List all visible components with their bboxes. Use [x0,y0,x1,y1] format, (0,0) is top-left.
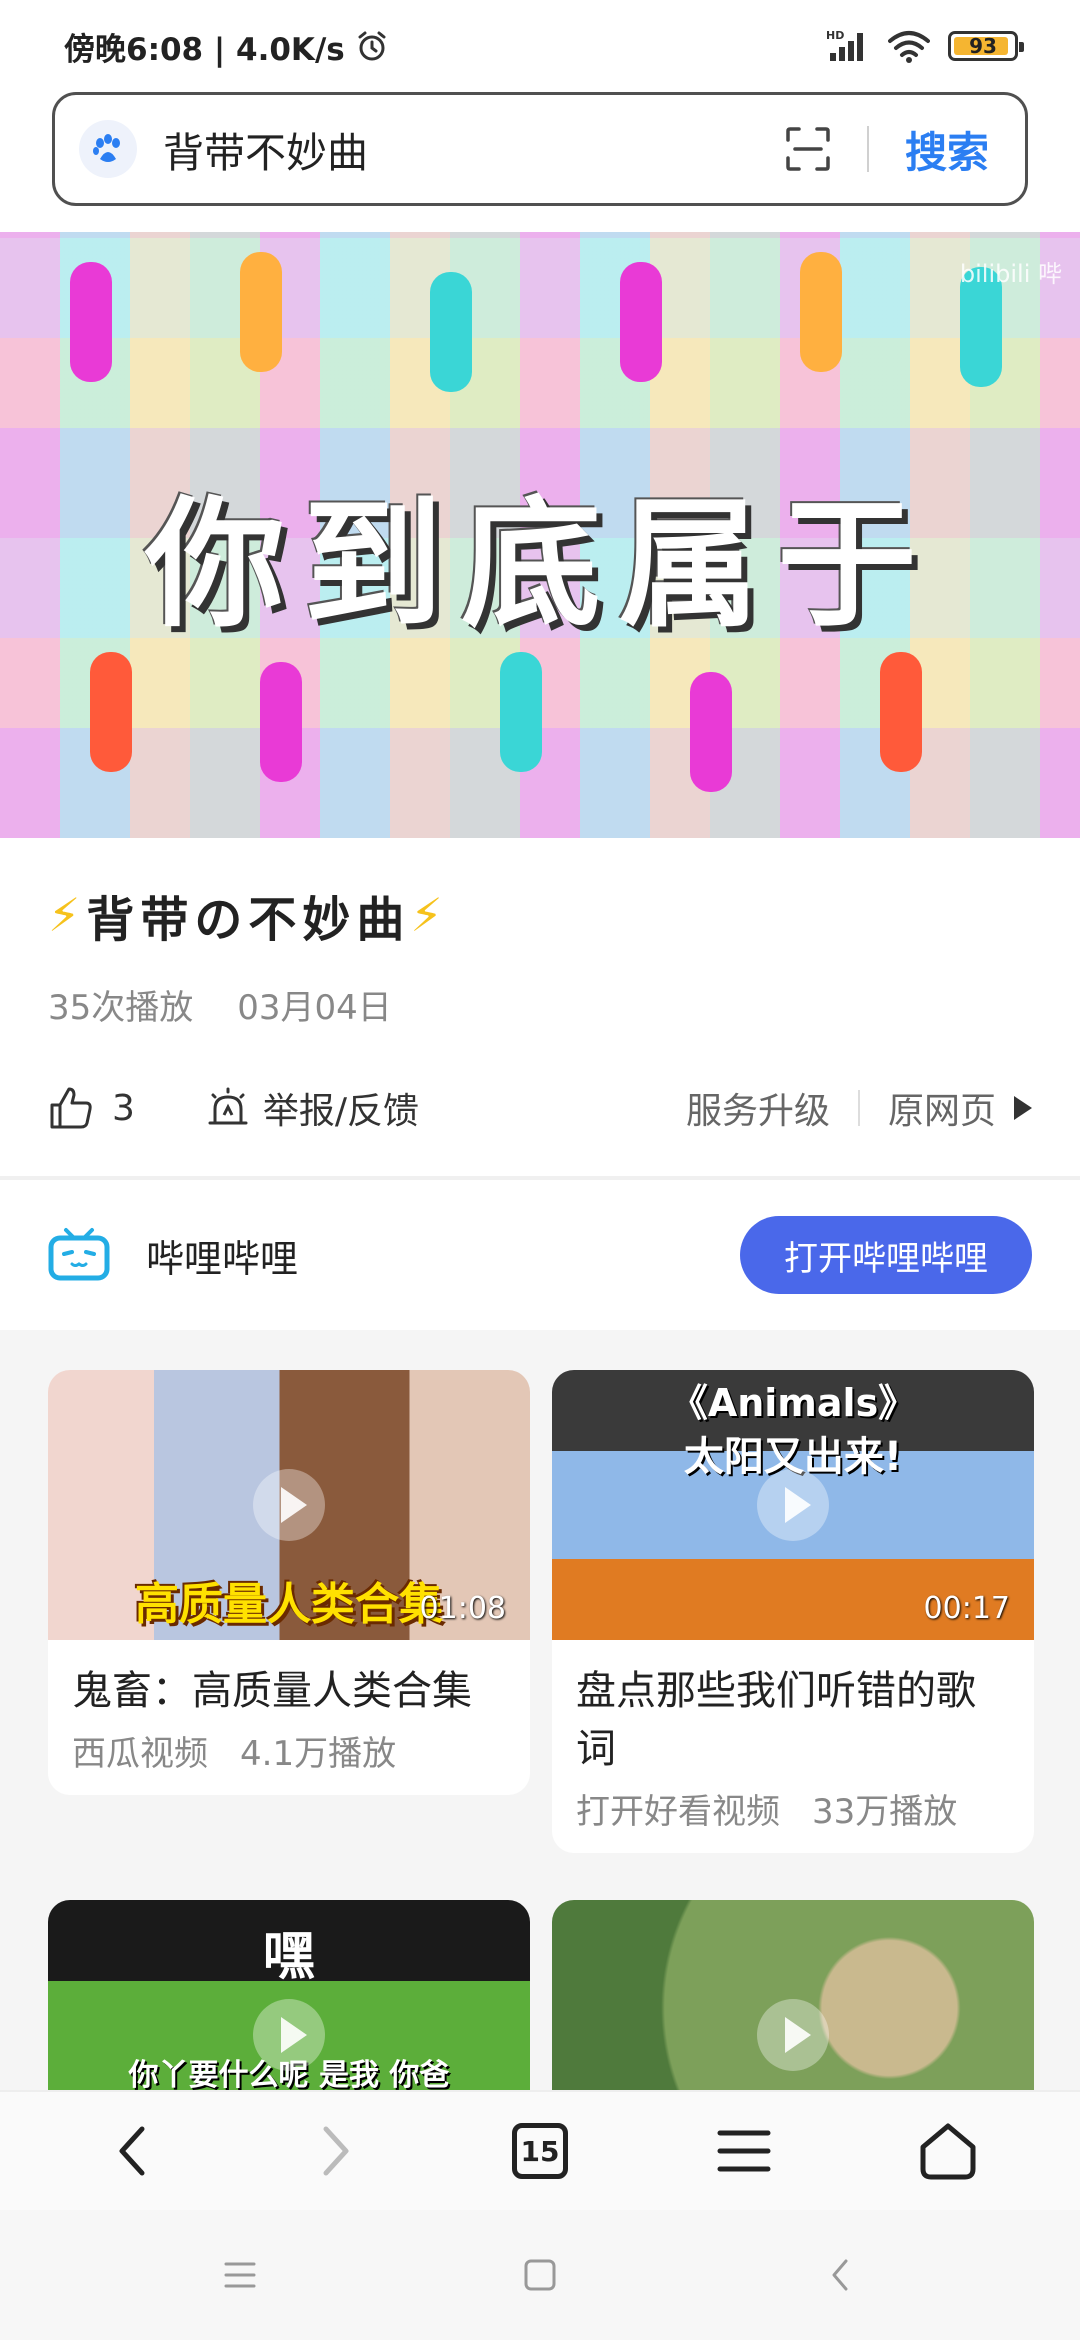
video-player[interactable]: bilibili 哔 你到底属于 [0,232,1080,838]
status-left: 傍晚6:08 | 4.0K/s [64,24,389,69]
video-thumbnail [552,1900,1034,2090]
alarm-icon [358,31,386,61]
lightning-icon: ⚡ [48,888,87,942]
video-caption: 你到底属于 [144,484,935,647]
play-icon [757,1469,829,1541]
card-meta: 打开好看视频 33万播放 [552,1778,1034,1853]
card-plays: 33万播放 [812,1792,958,1832]
card-title: 盘点那些我们听错的歌词 [576,1668,976,1772]
system-back-button[interactable] [690,2235,990,2315]
video-figure [500,652,542,772]
battery-icon: 93 [948,31,1024,61]
video-figure [90,652,132,772]
system-menu-button[interactable] [90,2235,390,2315]
home-icon [920,2123,976,2180]
video-card[interactable]: 高质量人类合集 01:08 鬼畜：高质量人类合集 西瓜视频 4.1万播放 [48,1370,530,1795]
video-card[interactable] [552,1900,1034,2090]
play-icon [757,1999,829,2071]
video-duration: 01:08 [419,1591,506,1626]
video-thumbnail: 高质量人类合集 01:08 [48,1370,530,1640]
square-icon [524,2259,556,2291]
video-figure [880,652,922,772]
right-actions: 服务升级 原网页 [686,1082,1032,1134]
like-count: 3 [112,1087,135,1129]
play-icon [253,1999,325,2071]
publish-date: 03月04日 [237,988,392,1028]
video-figure [430,272,472,392]
video-card[interactable]: 《Animals》 太阳又出来! 00:17 盘点那些我们听错的歌词 打开好看视… [552,1370,1034,1853]
home-button[interactable] [903,2106,993,2196]
video-figure [690,672,732,792]
back-arrow-icon [832,2259,848,2291]
browser-toolbar: 15 [0,2090,1080,2210]
search-bar[interactable]: 背带不妙曲 搜索 [52,92,1028,206]
report-button[interactable]: 举报/反馈 [205,1082,419,1134]
video-watermark: bilibili 哔 [959,260,1062,288]
card-source: 打开好看视频 [576,1792,780,1832]
network-label: HD [826,29,844,42]
menu-icon [717,2130,771,2172]
scan-icon[interactable] [785,126,831,172]
play-arrow-icon [1014,1096,1032,1120]
recent-apps-icon [224,2262,256,2288]
thumbs-up-icon [50,1087,92,1129]
system-navigation [0,2210,1080,2340]
thumbnail-caption-top: 嘿 [262,1927,315,1987]
card-title: 鬼畜：高质量人类合集 [72,1668,472,1714]
card-plays: 4.1万播放 [240,1734,397,1774]
video-title-text: 背带の不妙曲 [86,892,411,948]
original-page-link[interactable]: 原网页 [888,1082,996,1134]
video-duration: 00:17 [923,1591,1010,1626]
video-figure [260,662,302,782]
baidu-paw-icon [79,120,137,178]
card-meta: 西瓜视频 4.1万播放 [48,1720,530,1795]
battery-level: 93 [969,34,997,58]
chevron-left-icon [119,2126,145,2176]
service-upgrade-link[interactable]: 服务升级 [686,1082,830,1134]
open-bilibili-button[interactable]: 打开哔哩哔哩 [740,1216,1032,1294]
video-figure [620,262,662,382]
lightning-icon: ⚡ [410,888,449,942]
status-right: HD 93 [826,29,1024,63]
forward-button[interactable] [291,2106,381,2196]
wifi-icon [888,31,930,63]
card-source: 西瓜视频 [72,1734,208,1774]
system-home-button[interactable] [390,2235,690,2315]
chevron-right-icon [323,2126,349,2176]
thumbnail-caption-top: 《Animals》 [669,1381,917,1425]
recommend-feed: 高质量人类合集 01:08 鬼畜：高质量人类合集 西瓜视频 4.1万播放 《An… [0,1330,1080,2090]
play-icon [253,1469,325,1541]
video-card[interactable]: 嘿 你丫要什么呢 是我 你爸 [48,1900,530,2090]
status-bar: 傍晚6:08 | 4.0K/s HD 93 [0,0,1080,92]
bilibili-tv-icon [48,1228,110,1281]
report-label: 举报/反馈 [262,1091,420,1132]
status-time-speed: 傍晚6:08 | 4.0K/s [64,31,345,68]
source-name: 哔哩哔哩 [146,1236,299,1281]
video-figure [240,252,282,372]
tab-count: 15 [512,2123,568,2179]
action-row: 3 举报/反馈 服务升级 原网页 [48,1078,1032,1138]
signal-icon: HD [826,29,863,61]
play-count: 35次播放 [48,988,194,1028]
search-input[interactable]: 背带不妙曲 [163,119,785,179]
video-figure [800,252,842,372]
search-separator [866,126,869,172]
search-button[interactable]: 搜索 [905,119,989,180]
back-button[interactable] [87,2106,177,2196]
tabs-button[interactable]: 15 [495,2106,585,2196]
menu-button[interactable] [699,2106,789,2196]
video-meta: 35次播放 03月04日 [48,980,392,1029]
action-separator [857,1090,860,1126]
video-title: ⚡ 背带の不妙曲 ⚡ [48,880,449,950]
video-thumbnail: 嘿 你丫要什么呢 是我 你爸 [48,1900,530,2090]
like-button[interactable]: 3 [48,1085,135,1131]
alarm-light-icon [208,1087,248,1125]
video-thumbnail: 《Animals》 太阳又出来! 00:17 [552,1370,1034,1640]
video-figure [70,262,112,382]
source-row: 哔哩哔哩 打开哔哩哔哩 [0,1180,1080,1330]
